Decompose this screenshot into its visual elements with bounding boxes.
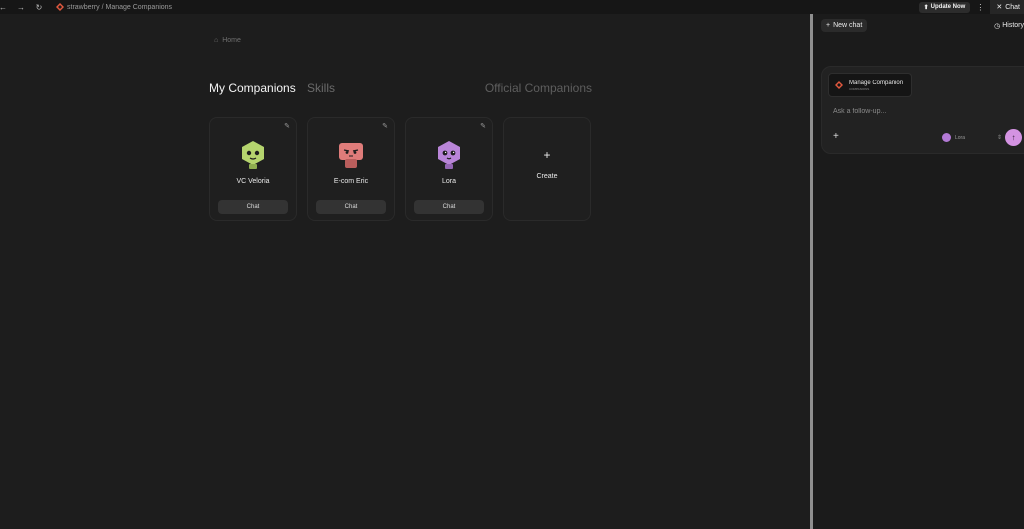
companion-avatar [942,133,951,142]
tab-my-companions[interactable]: My Companions [209,81,296,95]
arrow-right-icon: → [17,2,25,12]
arrow-left-icon: ← [0,2,7,12]
title-bar: ← → ↻ strawberry / Manage Companions ⬆ U… [0,0,1024,14]
create-label: Create [536,173,558,180]
home-breadcrumb[interactable]: ⌂ Home [214,37,241,44]
home-icon: ⌂ [214,37,219,44]
tab-skills[interactable]: Skills [307,81,335,95]
breadcrumb: strawberry / Manage Companions [67,3,173,11]
companion-name: E-com Eric [333,178,369,185]
companion-name: VC Veloria [236,178,270,185]
update-now-label: Update Now [930,4,966,10]
companion-select[interactable]: Lora ⇕ [942,131,1002,144]
home-label: Home [222,37,241,44]
forward-button[interactable]: → [14,0,28,14]
follow-up-input[interactable] [833,108,1013,115]
main-content: ⌂ Home My Companions Skills Official Com… [0,14,810,529]
chat-tab-label: Chat [1005,3,1020,11]
companion-card[interactable]: ✎ VC Veloria Chat [209,117,297,221]
clock-icon: ◷ [994,22,1001,30]
companion-tabs: My Companions Skills Official Companions [209,81,592,97]
context-chip[interactable]: Manage Companion COMPANIONS [828,73,912,97]
attach-button[interactable]: + [833,131,839,142]
edit-icon[interactable]: ✎ [480,122,486,130]
history-label: History [1002,22,1024,29]
context-title: Manage Companion [849,79,904,86]
new-chat-label: New chat [833,22,863,29]
context-subtitle: COMPANIONS [849,86,870,91]
strawberry-logo-icon [56,3,64,11]
edit-icon[interactable]: ✎ [284,122,290,130]
reload-button[interactable]: ↻ [32,0,46,14]
companion-name: Lora [441,178,456,185]
chat-button[interactable]: Chat [414,200,484,214]
close-icon[interactable]: ✕ [996,3,1002,11]
plus-icon: + [543,148,551,162]
companion-avatar [339,143,363,168]
edit-icon[interactable]: ✎ [382,122,388,130]
chat-button[interactable]: Chat [218,200,288,214]
kebab-icon[interactable]: ⋮ [976,3,984,12]
strawberry-logo-icon [835,81,843,89]
send-button[interactable]: ↑ [1005,129,1022,146]
companion-card[interactable]: ✎ E-com Eric Chat [307,117,395,221]
chevron-updown-icon: ⇕ [996,135,1002,141]
chat-composer: Manage Companion COMPANIONS + Lora ⇕ ↑ [821,66,1024,154]
back-button[interactable]: ← [0,0,10,14]
companion-avatar [242,141,264,169]
reload-icon: ↻ [35,2,43,12]
history-button[interactable]: ◷ History [994,19,1024,32]
upload-icon: ⬆ [923,4,929,11]
create-companion-card[interactable]: + Create [503,117,591,221]
plus-icon: + [826,22,831,29]
tab-official-companions[interactable]: Official Companions [485,81,592,95]
selected-companion: Lora [955,134,966,141]
chat-tab[interactable]: ✕ Chat [990,0,1024,14]
companion-card[interactable]: ✎ Lora Chat [405,117,493,221]
chat-button[interactable]: Chat [316,200,386,214]
companion-avatar [438,141,460,169]
new-chat-button[interactable]: + New chat [821,19,868,32]
update-now-button[interactable]: ⬆ Update Now [918,1,971,13]
arrow-up-icon: ↑ [1011,133,1016,142]
chat-panel: + New chat ◷ History Manage Companion CO… [813,14,1024,529]
